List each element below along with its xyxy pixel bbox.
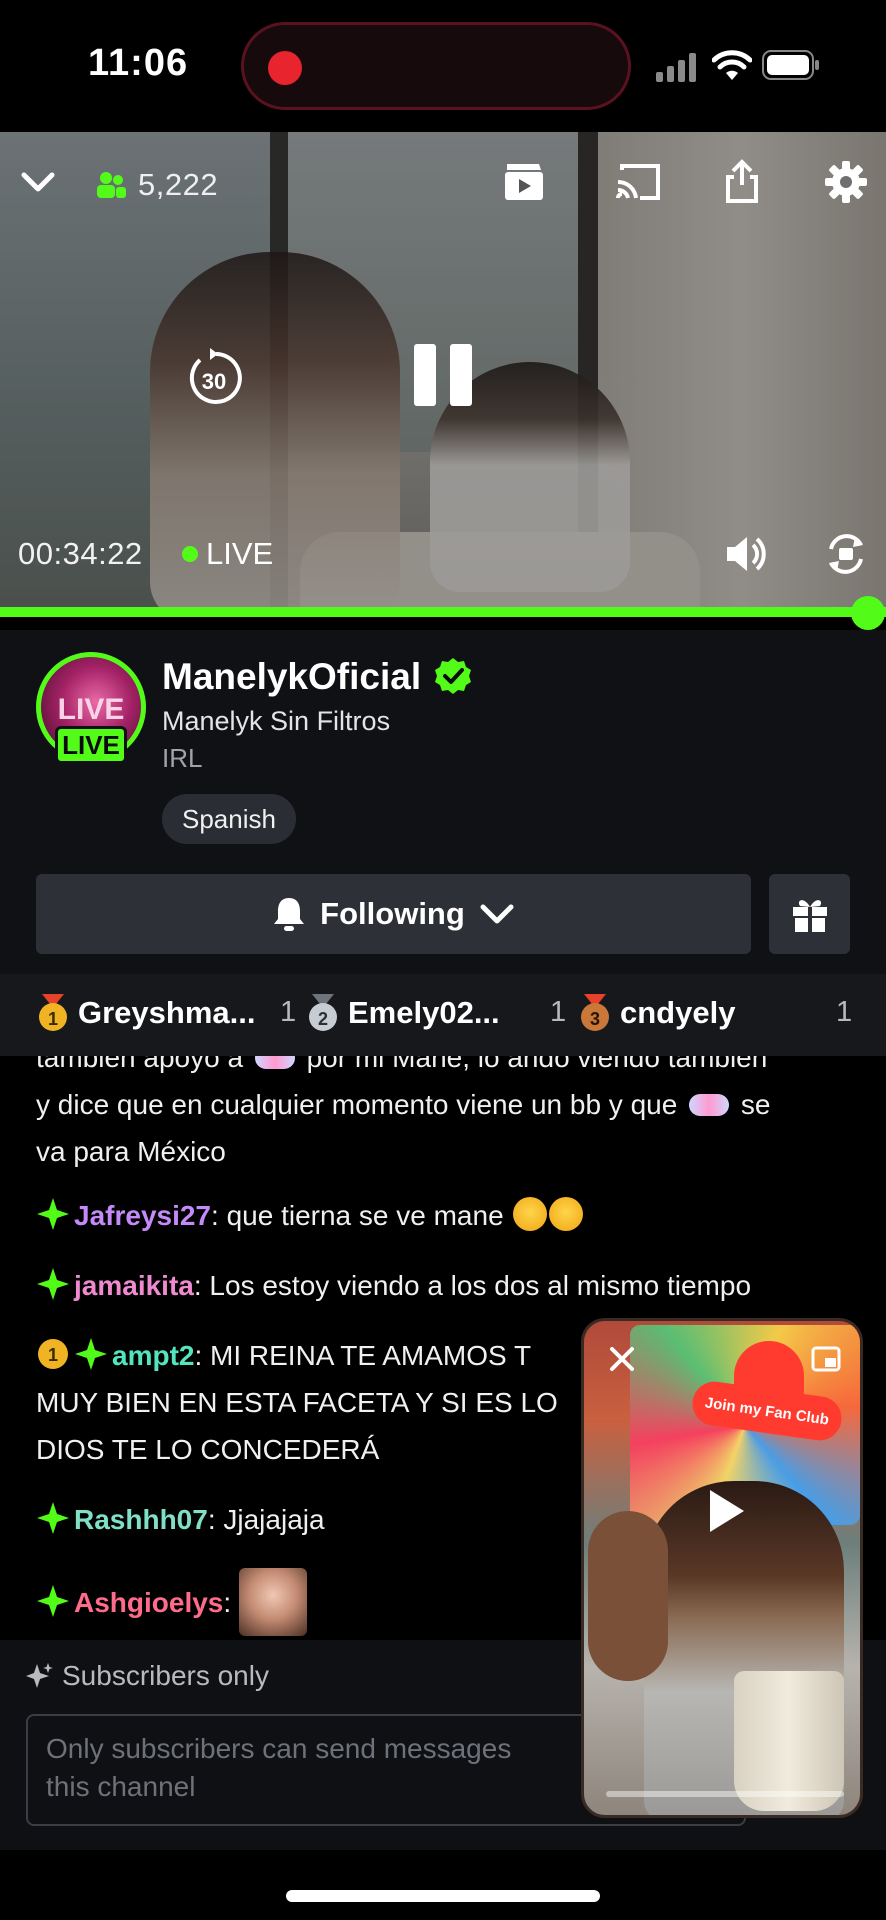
- gift-sub-button[interactable]: [769, 874, 850, 954]
- pleading-face-emoji-icon: [513, 1197, 548, 1231]
- sparkle-icon: [26, 1663, 53, 1688]
- clips-icon[interactable]: [500, 158, 548, 206]
- pip-expand-icon[interactable]: [806, 1339, 846, 1379]
- svg-text:1: 1: [48, 1345, 58, 1365]
- status-bar: 11:06: [0, 0, 886, 132]
- face-sticker-emote-icon: [238, 1568, 307, 1636]
- chat-username[interactable]: ampt2: [112, 1340, 194, 1371]
- home-indicator[interactable]: [286, 1890, 600, 1902]
- leaderboard-user: Greyshma...: [78, 995, 256, 1030]
- rewind-30-icon[interactable]: 30: [184, 344, 244, 408]
- sparkle-badge-icon: [37, 1502, 69, 1534]
- gold-medal-icon: 1: [39, 994, 67, 1031]
- verified-badge-icon: [435, 658, 471, 694]
- collapse-chevron-icon[interactable]: [16, 160, 60, 204]
- pip-play-icon[interactable]: [696, 1481, 756, 1541]
- svg-text:2: 2: [318, 1009, 328, 1029]
- chat-username[interactable]: Jafreysi27: [74, 1200, 211, 1231]
- viewers-icon: [97, 172, 126, 198]
- pleading-face-emoji-icon: [549, 1197, 584, 1231]
- silver-medal-icon: 2: [309, 994, 337, 1031]
- pip-close-icon[interactable]: [602, 1339, 642, 1379]
- live-indicator: LIVE: [182, 536, 273, 572]
- subscribers-only-notice: Subscribers only: [26, 1660, 269, 1692]
- stream-title: Manelyk Sin Filtros: [162, 706, 391, 736]
- progress-knob[interactable]: [851, 596, 885, 630]
- svg-text:1: 1: [48, 1009, 58, 1029]
- gifter-badge-icon: 1: [38, 1339, 68, 1369]
- clock: 11:06: [88, 42, 189, 84]
- dynamic-island: [241, 22, 631, 110]
- viewer-count: 5,222: [96, 165, 218, 205]
- following-label: Following: [320, 896, 465, 931]
- chevron-down-icon: [480, 904, 514, 924]
- avatar-live-badge: LIVE: [55, 726, 127, 764]
- progress-bar[interactable]: [0, 607, 886, 617]
- sparkle-badge-icon: [75, 1338, 107, 1370]
- settings-gear-icon[interactable]: [822, 158, 870, 206]
- signal-icon: [656, 53, 696, 82]
- recording-indicator: [268, 51, 302, 85]
- rotate-screen-icon[interactable]: [820, 528, 872, 580]
- share-icon[interactable]: [718, 156, 766, 206]
- leaderboard-count: 1: [836, 996, 853, 1028]
- leaderboard-count: 1: [280, 996, 297, 1028]
- sparkle-badge-icon: [37, 1198, 69, 1230]
- pause-icon[interactable]: [406, 338, 480, 412]
- chat-username[interactable]: Rashhh07: [74, 1504, 208, 1535]
- gift-leaderboard: 1 Greyshma... 1 2 Emely02... 1 3 cndyely…: [0, 974, 886, 1056]
- candy-emote-icon: [689, 1094, 730, 1116]
- channel-name[interactable]: ManelykOficial: [162, 656, 421, 698]
- candy-emote-icon: [254, 1056, 295, 1069]
- leaderboard-count: 1: [550, 996, 567, 1028]
- cast-icon[interactable]: [614, 158, 662, 206]
- chat-username[interactable]: Ashgioelys: [74, 1587, 223, 1618]
- bronze-medal-icon: 3: [581, 994, 609, 1031]
- gift-icon: [792, 900, 827, 932]
- leaderboard-item[interactable]: 2 Emely02...: [306, 994, 500, 1032]
- bell-icon: [274, 898, 305, 931]
- pip-progress: [606, 1791, 844, 1797]
- rewind-seconds: 30: [202, 369, 226, 394]
- chat-message: Jafreysi27: que tierna se ve mane: [36, 1192, 856, 1239]
- stream-category[interactable]: IRL: [162, 743, 202, 774]
- leaderboard-user: Emely02...: [348, 995, 500, 1030]
- wifi-icon: [712, 50, 752, 80]
- svg-text:3: 3: [590, 1009, 600, 1029]
- avatar-text: LIVE: [58, 693, 125, 726]
- following-button[interactable]: Following: [36, 874, 751, 954]
- live-label: LIVE: [206, 536, 274, 571]
- channel-panel: LIVE LIVE ManelykOficial Manelyk Sin Fil…: [0, 630, 886, 974]
- chat-username[interactable]: jamaikita: [74, 1270, 194, 1301]
- pip-video-window[interactable]: Join my Fan Club: [581, 1318, 863, 1818]
- leaderboard-user: cndyely: [620, 995, 736, 1030]
- sparkle-badge-icon: [37, 1268, 69, 1300]
- sparkle-badge-icon: [37, 1585, 69, 1617]
- chat-message-partial: también apoyo a por mi Mane, lo ando vie…: [36, 1056, 856, 1175]
- elapsed-time: 00:34:22: [18, 536, 143, 571]
- live-dot: [182, 546, 198, 562]
- leaderboard-item[interactable]: 3 cndyely: [578, 994, 735, 1032]
- battery-icon: [762, 50, 819, 80]
- language-tag[interactable]: Spanish: [162, 794, 296, 844]
- leaderboard-item[interactable]: 1 Greyshma...: [36, 994, 255, 1032]
- chat-message: jamaikita: Los estoy viendo a los dos al…: [36, 1262, 856, 1309]
- volume-icon[interactable]: [722, 528, 770, 580]
